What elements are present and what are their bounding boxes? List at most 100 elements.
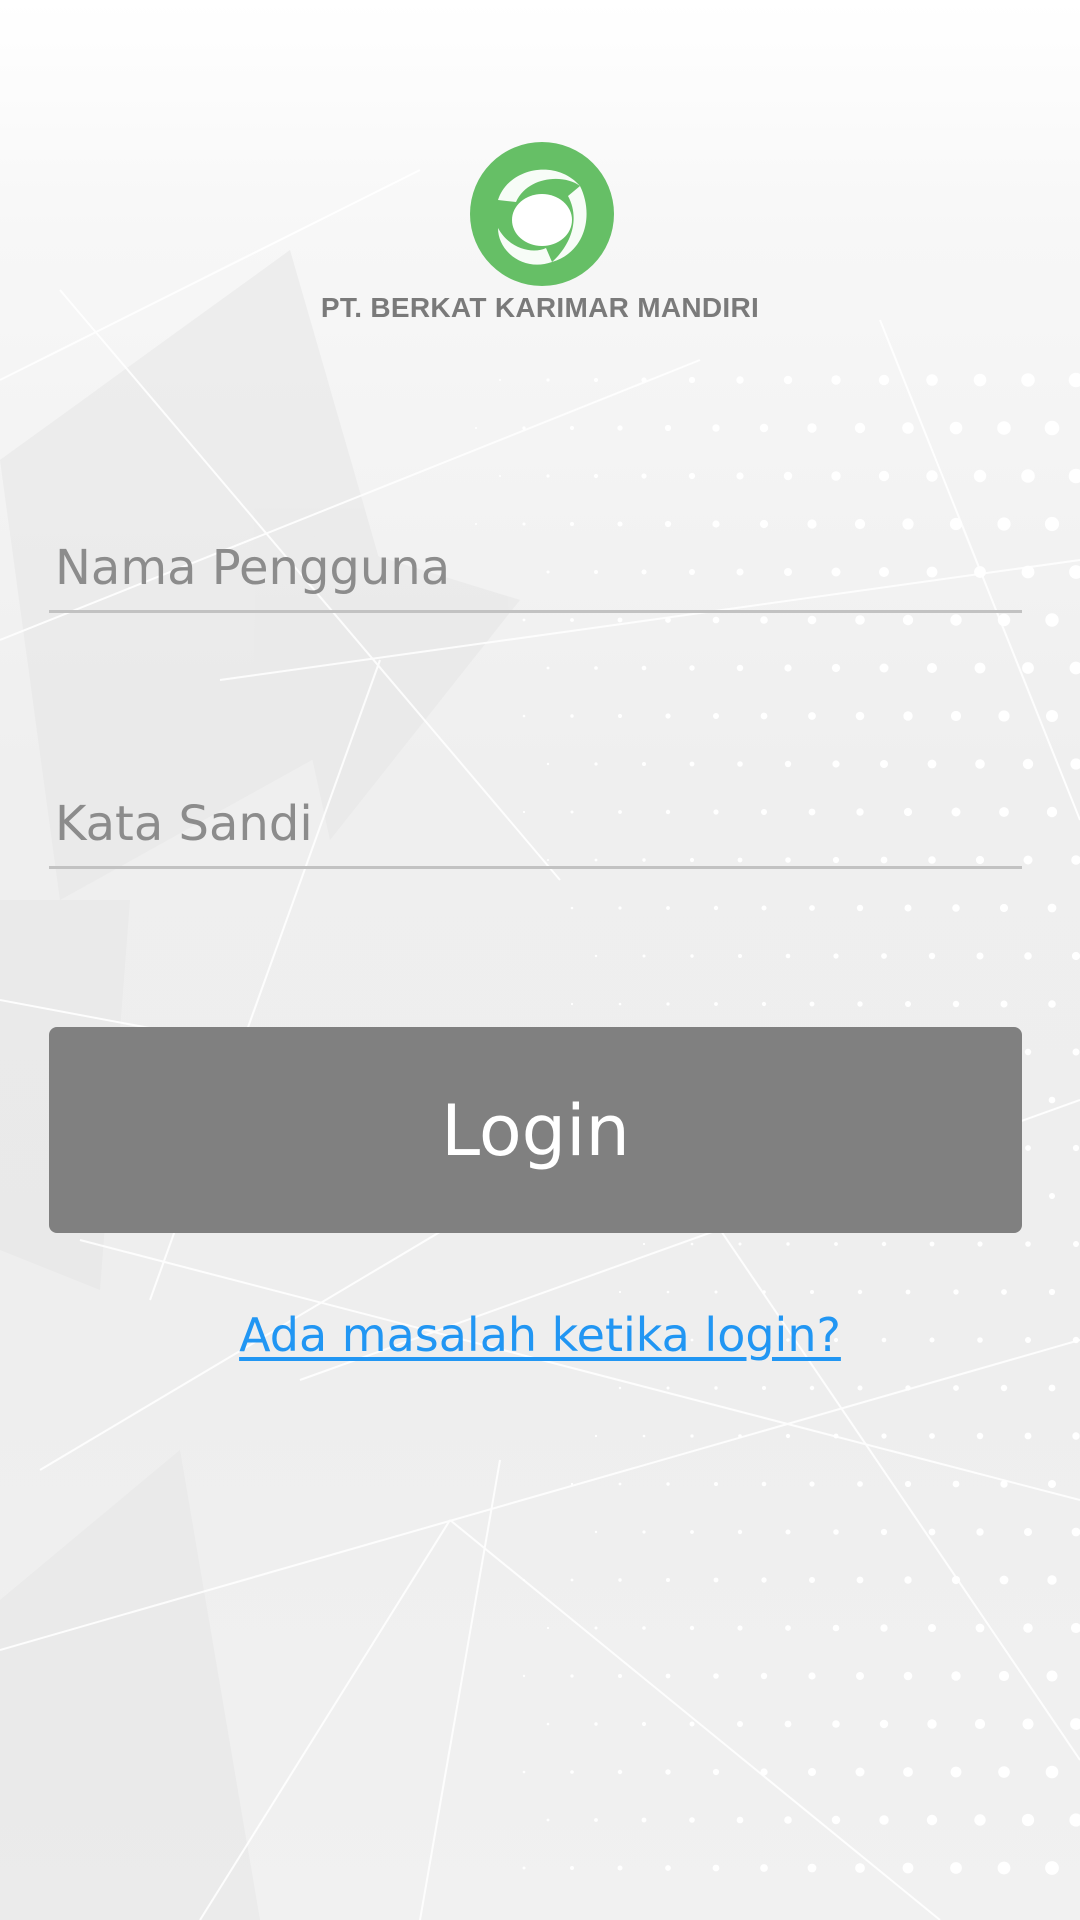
- background-dot: [1021, 1813, 1035, 1827]
- background-dot: [949, 421, 963, 435]
- background-dot: [928, 952, 936, 960]
- background-dot: [689, 761, 695, 767]
- background-dot: [832, 1720, 840, 1728]
- company-logo-icon: [470, 142, 614, 286]
- background-dot: [1048, 1000, 1056, 1008]
- background-dot: [546, 378, 550, 382]
- background-dot: [1021, 565, 1035, 579]
- background-dot: [689, 1817, 695, 1823]
- background-dot: [666, 1482, 670, 1486]
- background-dot: [786, 1242, 790, 1246]
- background-dot: [714, 1290, 718, 1294]
- background-dot: [1048, 1288, 1056, 1296]
- background-dot: [522, 1674, 526, 1678]
- background-dot: [641, 377, 647, 383]
- background-dot: [929, 1433, 935, 1439]
- password-input[interactable]: [55, 796, 1015, 852]
- background-dot: [688, 376, 696, 384]
- background-dot: [998, 1766, 1010, 1778]
- background-dot: [809, 1481, 815, 1487]
- background-dot: [904, 1576, 912, 1584]
- background-dot: [642, 954, 646, 958]
- background-dot: [712, 1768, 720, 1776]
- background-dot: [809, 1001, 815, 1007]
- background-dot: [998, 1670, 1010, 1682]
- background-dot: [1072, 1048, 1080, 1056]
- background-dot: [499, 475, 501, 477]
- background-dot: [522, 426, 526, 430]
- background-dot: [857, 1001, 863, 1007]
- background-dot: [1069, 565, 1080, 579]
- background-dot: [1024, 1432, 1032, 1440]
- background-dot: [809, 905, 815, 911]
- background-dot: [618, 1674, 622, 1678]
- background-dot: [1070, 1622, 1080, 1634]
- background-dot: [618, 1290, 622, 1294]
- background-dot: [950, 1766, 962, 1778]
- background-dot: [665, 1673, 671, 1679]
- background-dot: [760, 1672, 768, 1680]
- background-dot: [1047, 1575, 1057, 1585]
- background-dot: [642, 1434, 646, 1438]
- background-dot: [641, 473, 647, 479]
- background-dot: [807, 615, 817, 625]
- background-dot: [762, 1386, 766, 1390]
- background-dot: [808, 1672, 816, 1680]
- background-dot: [879, 663, 889, 673]
- background-dot: [617, 617, 623, 623]
- background-dot: [926, 1814, 938, 1826]
- background-dot: [570, 1002, 574, 1006]
- background-dot: [1068, 372, 1080, 388]
- background-dot: [712, 1864, 720, 1872]
- username-input[interactable]: [55, 540, 1015, 596]
- password-field[interactable]: [49, 780, 1022, 869]
- background-dot: [1071, 951, 1080, 961]
- background-dot: [831, 375, 841, 385]
- background-dot: [546, 666, 550, 670]
- background-dot: [784, 664, 792, 672]
- company-name: PT. BERKAT KARIMAR MANDIRI: [320, 292, 760, 323]
- background-dot: [784, 1816, 792, 1824]
- background-dot: [857, 1385, 863, 1391]
- background-dot: [570, 1866, 574, 1870]
- background-dot: [594, 1722, 598, 1726]
- background-dot: [594, 1818, 598, 1822]
- background-dot: [594, 666, 598, 670]
- background-dot: [1024, 1048, 1032, 1056]
- background-dot: [997, 1861, 1011, 1875]
- background-dot: [952, 904, 960, 912]
- background-dot: [1001, 1289, 1007, 1295]
- background-dot: [881, 1241, 887, 1247]
- background-dot: [642, 1530, 646, 1534]
- background-dot: [594, 954, 598, 958]
- background-dot: [928, 1528, 936, 1536]
- background-dot: [927, 759, 937, 769]
- username-field[interactable]: [49, 524, 1022, 613]
- background-dot: [641, 665, 647, 671]
- background-dot: [569, 425, 575, 431]
- background-dot: [831, 663, 841, 673]
- background-dot: [666, 1002, 670, 1006]
- background-dot: [784, 760, 792, 768]
- background-dot: [1049, 1193, 1055, 1199]
- background-dot: [546, 1818, 550, 1822]
- background-dot: [997, 421, 1011, 435]
- background-dot: [833, 1529, 839, 1535]
- background-dot: [1048, 1384, 1056, 1392]
- background-dot: [809, 1385, 815, 1391]
- login-help-link[interactable]: Ada masalah ketika login?: [239, 1308, 841, 1362]
- background-dot: [856, 904, 864, 912]
- login-button[interactable]: Login: [49, 1027, 1022, 1233]
- background-dot: [952, 1000, 960, 1008]
- help-link-container: Ada masalah ketika login?: [0, 1308, 1080, 1362]
- background-dot: [618, 1386, 622, 1390]
- background-dot: [523, 1579, 525, 1581]
- background-dot: [833, 1433, 839, 1439]
- background-dot: [570, 1578, 574, 1582]
- background-dot: [594, 762, 598, 766]
- background-dot: [761, 1001, 767, 1007]
- background-dot: [880, 760, 888, 768]
- background-dot: [617, 713, 623, 719]
- background-dot: [1022, 758, 1034, 770]
- background-dot: [1048, 1480, 1056, 1488]
